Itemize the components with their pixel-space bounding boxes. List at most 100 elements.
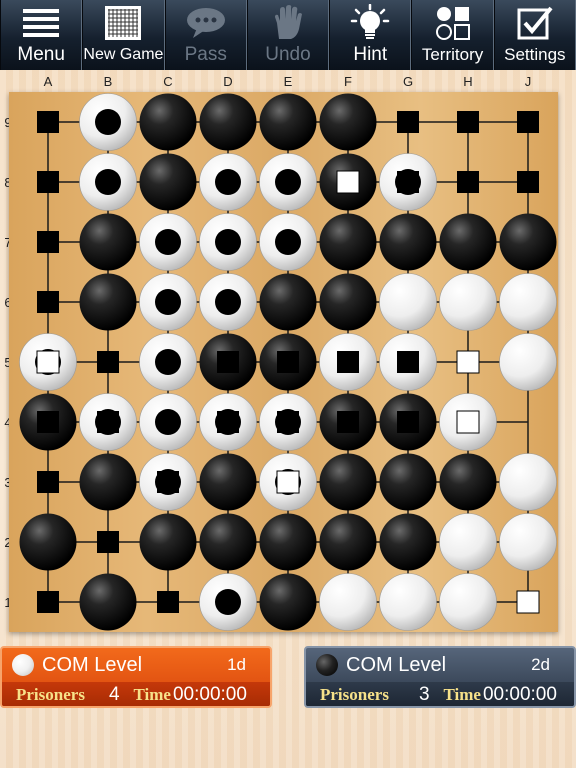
black-stone-c8 [139, 153, 197, 211]
white-player-name: COM Level [42, 653, 143, 676]
white-player-stats: Prisoners 4 Time 00:00:00 [2, 682, 270, 706]
black-stone-b1 [79, 573, 137, 631]
white-stone-f1 [319, 573, 377, 631]
territory-label: Territory [421, 45, 484, 64]
black-territory-mark-c1 [157, 591, 179, 613]
settings-button[interactable]: Settings [493, 0, 576, 70]
black-stone-e6 [259, 273, 317, 331]
menu-button[interactable]: Menu [0, 0, 83, 70]
black-stone-f7 [319, 213, 377, 271]
white-stone-j5 [499, 333, 557, 391]
black-prisoners-label: Prisoners [320, 685, 389, 704]
white-territory-mark-j1 [516, 590, 540, 614]
white-territory-mark-f8 [336, 170, 360, 194]
go-board[interactable] [9, 92, 558, 632]
undo-label: Undo [265, 44, 311, 65]
black-player-stats: Prisoners 3 Time 00:00:00 [306, 682, 574, 706]
black-stone-g3 [379, 453, 437, 511]
white-time-value: 00:00:00 [172, 684, 247, 705]
territory-icon [431, 4, 475, 42]
col-label-a: A [43, 74, 53, 89]
white-territory-mark-a5 [36, 350, 60, 374]
hand-icon [266, 4, 310, 42]
black-stone-e9 [259, 93, 317, 151]
lightbulb-icon [348, 4, 392, 42]
white-stone-icon [12, 654, 34, 676]
black-territory-mark-a4 [37, 411, 59, 433]
black-time-value: 00:00:00 [482, 684, 557, 705]
black-stone-c2 [139, 513, 197, 571]
checkbox-icon [513, 4, 557, 42]
black-territory-mark-c3 [157, 471, 179, 493]
black-territory-mark-h9 [457, 111, 479, 133]
white-stone-j3 [499, 453, 557, 511]
dead-stone-mark-c7 [155, 229, 181, 255]
white-stone-h6 [439, 273, 497, 331]
black-territory-mark-d5 [217, 351, 239, 373]
white-time-label: Time [133, 685, 171, 704]
dead-stone-mark-c4 [155, 409, 181, 435]
hint-label: Hint [353, 44, 388, 65]
black-time-label: Time [443, 685, 481, 704]
black-territory-mark-a7 [37, 231, 59, 253]
black-territory-mark-f4 [337, 411, 359, 433]
black-territory-mark-f5 [337, 351, 359, 373]
black-territory-mark-a3 [37, 471, 59, 493]
col-label-g: G [402, 74, 414, 89]
black-stone-h7 [439, 213, 497, 271]
dead-stone-mark-c5 [155, 349, 181, 375]
black-player-panel: COM Level 2d Prisoners 3 Time 00:00:00 [304, 646, 576, 708]
white-stone-j6 [499, 273, 557, 331]
black-stone-f6 [319, 273, 377, 331]
black-territory-mark-b5 [97, 351, 119, 373]
new-game-button[interactable]: New Game [82, 0, 165, 70]
black-territory-mark-h8 [457, 171, 479, 193]
black-stone-g2 [379, 513, 437, 571]
white-stone-h1 [439, 573, 497, 631]
black-stone-e1 [259, 573, 317, 631]
black-territory-mark-a6 [37, 291, 59, 313]
undo-button[interactable]: Undo [246, 0, 330, 70]
col-label-c: C [163, 74, 173, 89]
black-territory-mark-j9 [517, 111, 539, 133]
black-territory-mark-g8 [397, 171, 419, 193]
black-territory-mark-b2 [97, 531, 119, 553]
white-player-panel: COM Level 1d Prisoners 4 Time 00:00:00 [0, 646, 272, 708]
dead-stone-mark-d7 [215, 229, 241, 255]
black-stone-a2 [19, 513, 77, 571]
black-territory-mark-g4 [397, 411, 419, 433]
black-territory-mark-g9 [397, 111, 419, 133]
white-territory-mark-h4 [456, 410, 480, 434]
black-territory-mark-a1 [37, 591, 59, 613]
black-player-level: 2d [531, 655, 550, 674]
dead-stone-mark-e7 [275, 229, 301, 255]
black-stone-d3 [199, 453, 257, 511]
black-stone-b7 [79, 213, 137, 271]
grid-icon [101, 4, 145, 42]
black-prisoners-count: 3 [418, 684, 430, 705]
dead-stone-mark-e8 [275, 169, 301, 195]
col-label-f: F [344, 74, 352, 89]
territory-button[interactable]: Territory [411, 0, 494, 70]
go-board-canvas[interactable] [9, 92, 558, 632]
new-game-label: New Game [83, 46, 164, 63]
col-label-h: H [463, 74, 473, 89]
black-stone-j7 [499, 213, 557, 271]
black-stone-e2 [259, 513, 317, 571]
dead-stone-mark-b9 [95, 109, 121, 135]
black-territory-mark-j8 [517, 171, 539, 193]
toolbar: Menu New Game Pass Undo Hint Territory S… [0, 0, 576, 70]
col-label-d: D [223, 74, 233, 89]
pass-button[interactable]: Pass [164, 0, 247, 70]
white-stone-j2 [499, 513, 557, 571]
black-player-header: COM Level 2d [316, 652, 566, 678]
white-player-header: COM Level 1d [12, 652, 262, 678]
black-stone-b6 [79, 273, 137, 331]
black-stone-f2 [319, 513, 377, 571]
col-label-b: B [103, 74, 113, 89]
white-territory-mark-e3 [276, 470, 300, 494]
white-prisoners-count: 4 [108, 684, 120, 705]
black-territory-mark-e4 [277, 411, 299, 433]
white-stone-g1 [379, 573, 437, 631]
hint-button[interactable]: Hint [329, 0, 412, 70]
